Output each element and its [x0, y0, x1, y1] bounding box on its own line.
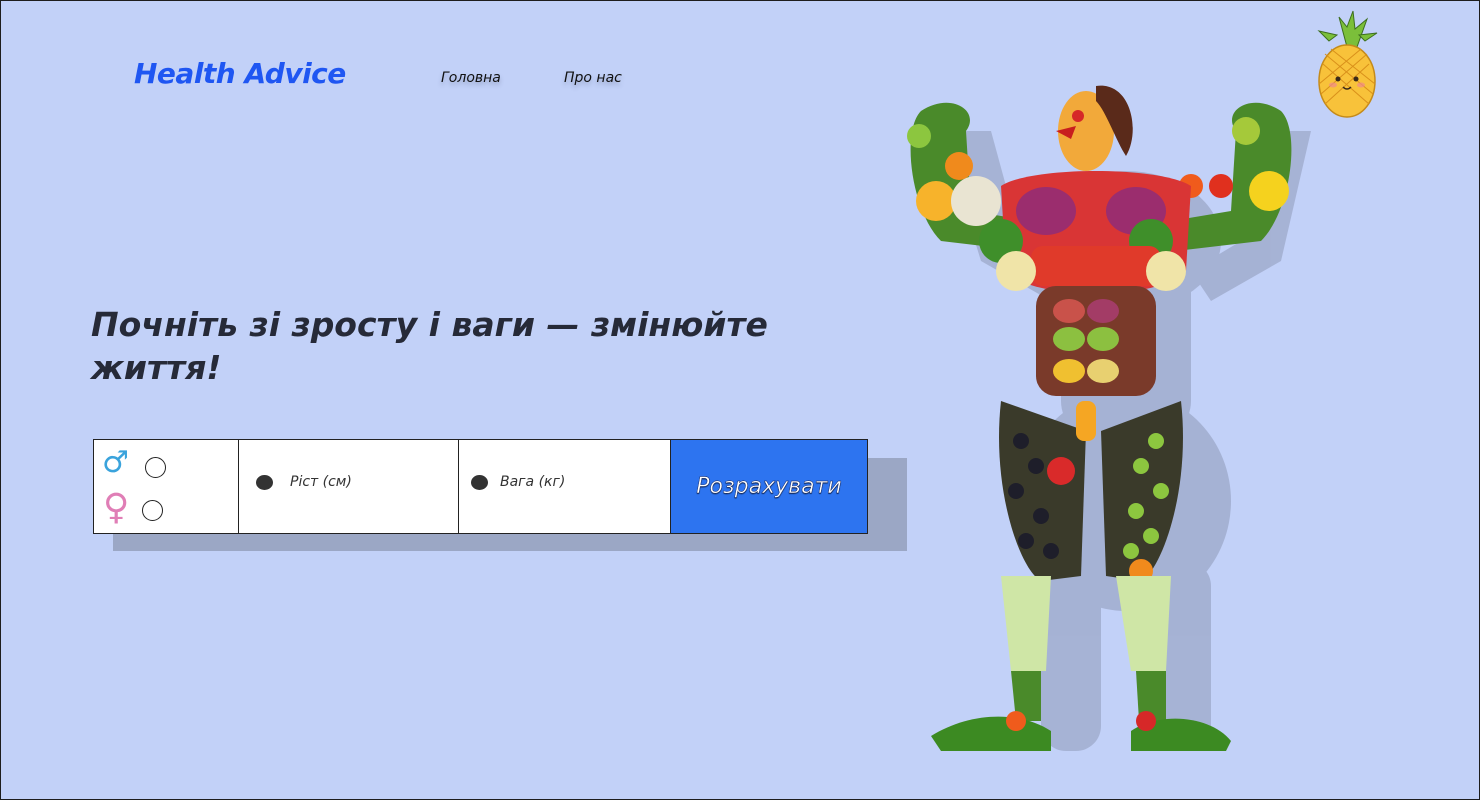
male-symbol-icon: ♂: [102, 445, 129, 480]
female-symbol-icon: ♀: [103, 487, 130, 528]
male-radio[interactable]: [145, 457, 166, 478]
nav-home-link[interactable]: Головна: [441, 70, 501, 86]
hero-headline: Почніть зі зросту і ваги — змінюйте житт…: [91, 305, 768, 387]
vegetable-bodybuilder-image: [907, 85, 1311, 751]
weight-bullet-icon: [471, 475, 488, 490]
nav-about-link[interactable]: Про нас: [564, 70, 622, 86]
site-logo[interactable]: Health Advice: [134, 57, 346, 90]
height-input[interactable]: [290, 474, 440, 490]
height-field-cell: [239, 440, 459, 533]
gender-selector: ♂ ♀: [94, 440, 239, 533]
weight-input[interactable]: [500, 474, 650, 490]
height-bullet-icon: [256, 475, 273, 490]
pineapple-icon: [1317, 10, 1378, 118]
female-radio[interactable]: [142, 500, 163, 521]
calculate-button[interactable]: Розрахувати: [671, 440, 867, 533]
bmi-form: ♂ ♀ Розрахувати: [93, 439, 868, 534]
weight-field-cell: [459, 440, 671, 533]
